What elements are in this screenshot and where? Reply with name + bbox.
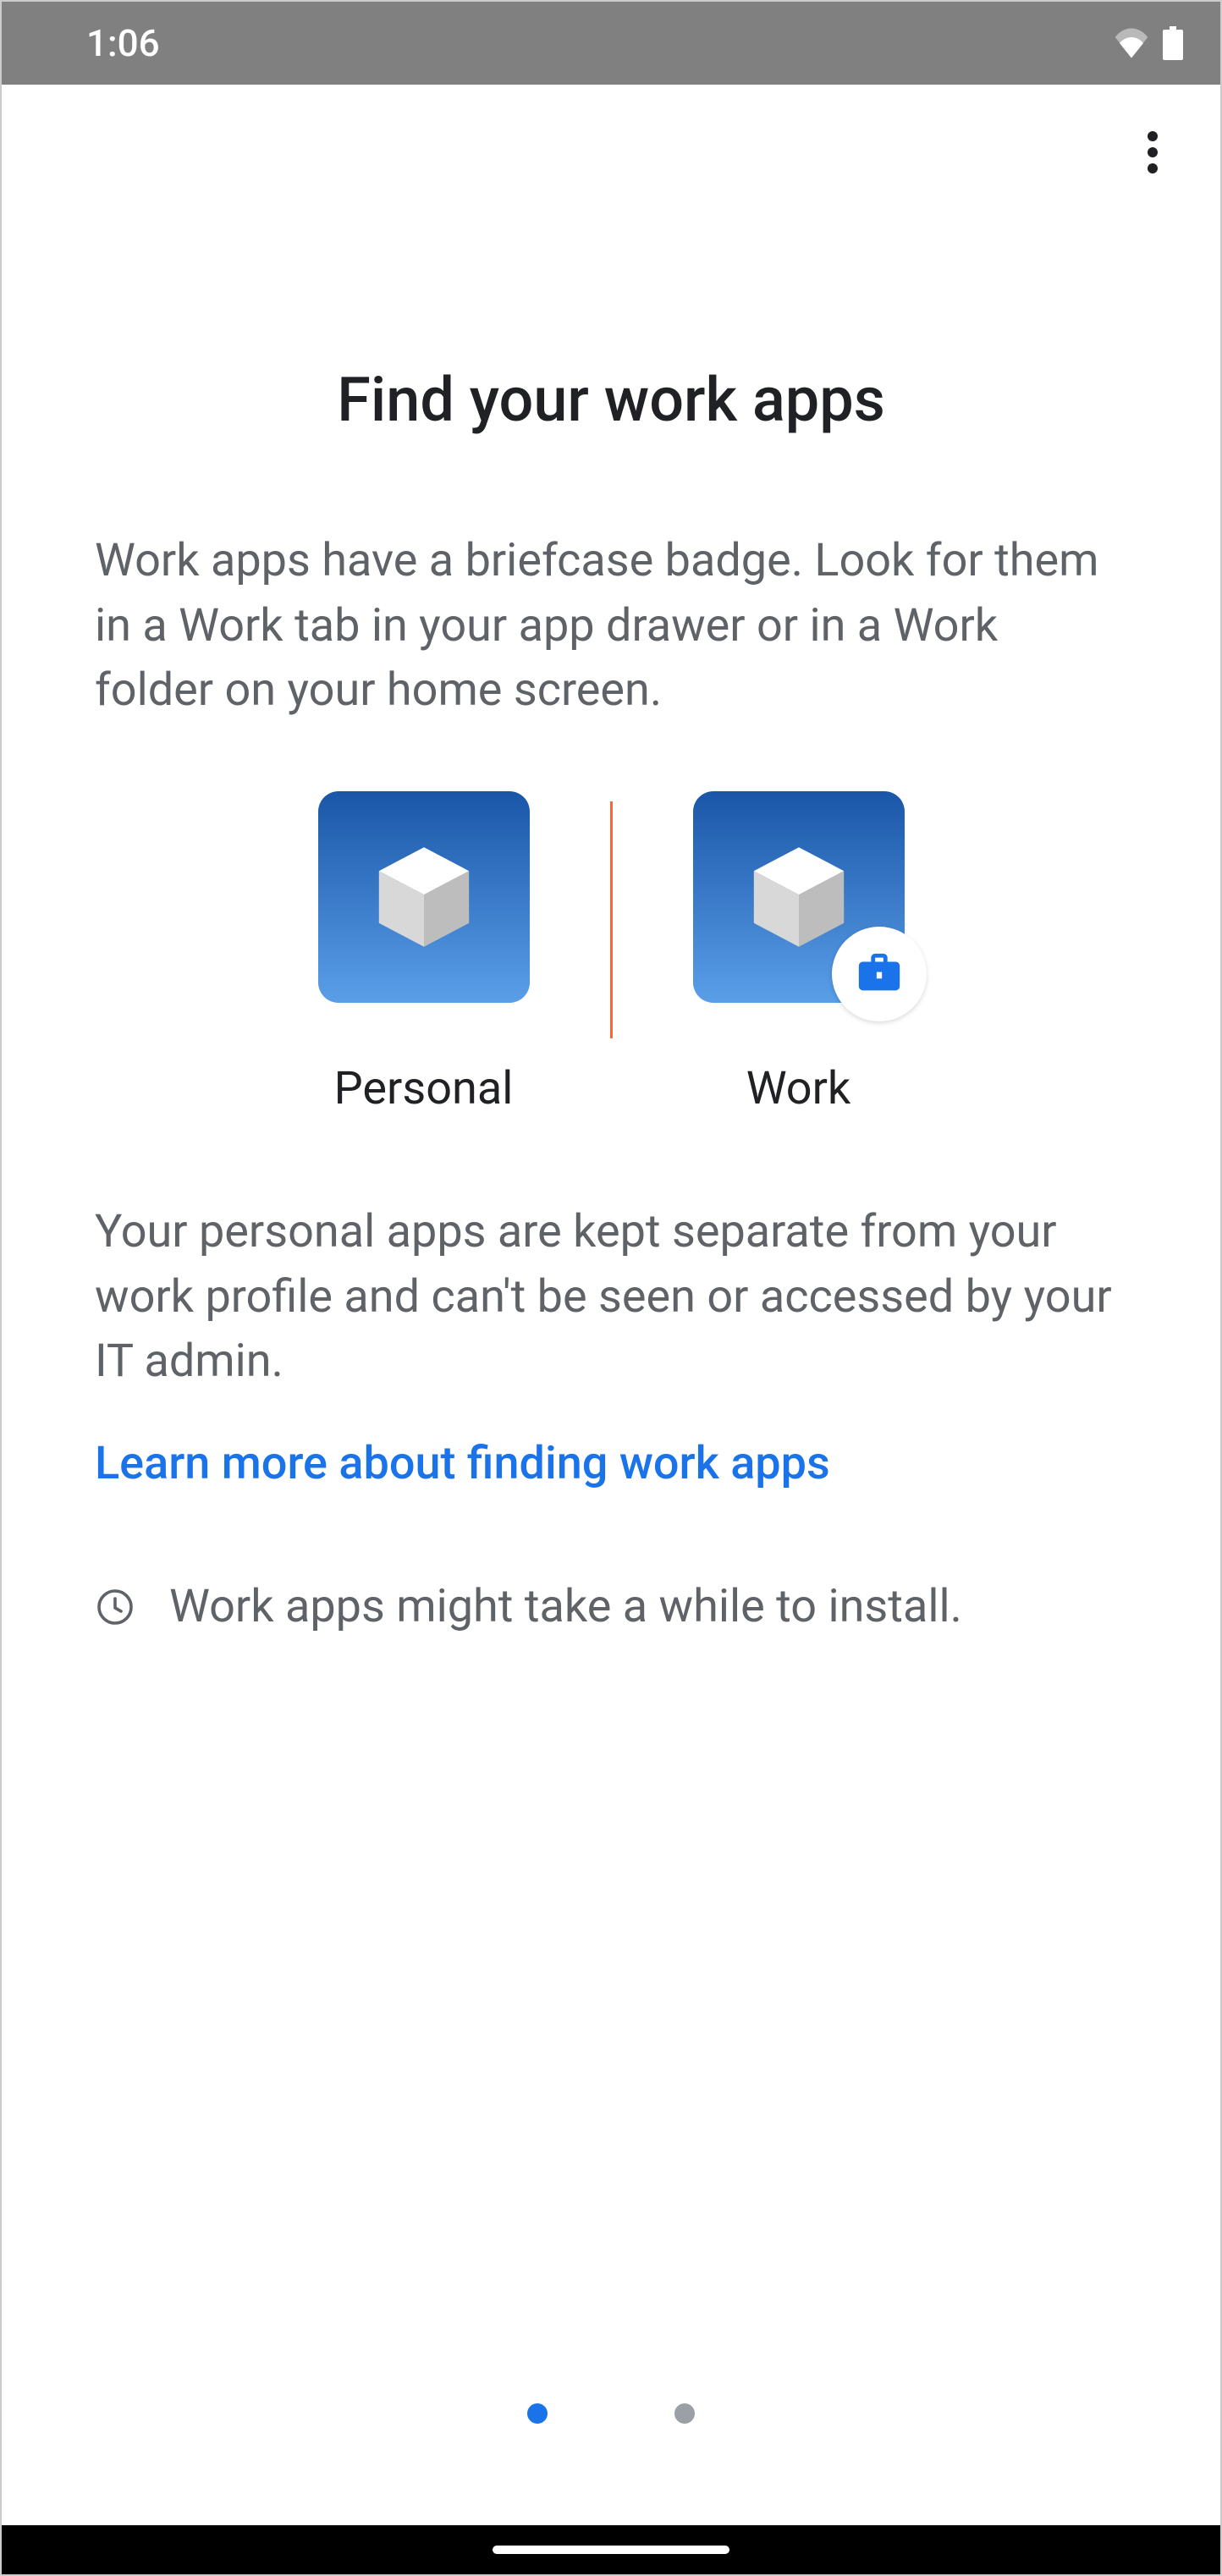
page-indicator — [95, 2403, 1127, 2424]
status-time: 1:06 — [86, 21, 160, 65]
briefcase-icon — [855, 949, 904, 999]
more-vert-icon — [1148, 125, 1158, 179]
home-gesture-pill[interactable] — [493, 2546, 729, 2554]
page-title: Find your work apps — [95, 364, 1127, 436]
description-primary: Work apps have a briefcase badge. Look f… — [95, 529, 1127, 724]
status-icons — [1114, 26, 1183, 60]
cube-icon — [740, 838, 858, 956]
overflow-menu-button[interactable] — [1119, 118, 1186, 186]
install-note-text: Work apps might take a while to install. — [169, 1575, 962, 1640]
page-dot-1[interactable] — [527, 2403, 548, 2424]
work-label: Work — [746, 1062, 851, 1115]
page-dot-2[interactable] — [674, 2403, 695, 2424]
work-app-icon — [693, 791, 905, 1003]
personal-app-icon — [318, 791, 530, 1003]
learn-more-link[interactable]: Learn more about finding work apps — [95, 1437, 1127, 1490]
description-secondary: Your personal apps are kept separate fro… — [95, 1200, 1127, 1395]
install-note-row: Work apps might take a while to install. — [95, 1575, 1127, 1640]
wifi-icon — [1114, 28, 1149, 58]
cube-icon — [365, 838, 483, 956]
personal-app-column: Personal — [246, 791, 602, 1115]
clock-icon — [95, 1587, 135, 1627]
personal-label: Personal — [334, 1062, 514, 1115]
work-badge — [832, 927, 927, 1021]
app-comparison-row: Personal Wor — [95, 791, 1127, 1115]
navigation-bar — [2, 2525, 1220, 2574]
battery-icon — [1163, 26, 1183, 60]
divider — [610, 801, 613, 1038]
status-bar: 1:06 — [2, 2, 1220, 85]
work-app-column: Work — [621, 791, 977, 1115]
